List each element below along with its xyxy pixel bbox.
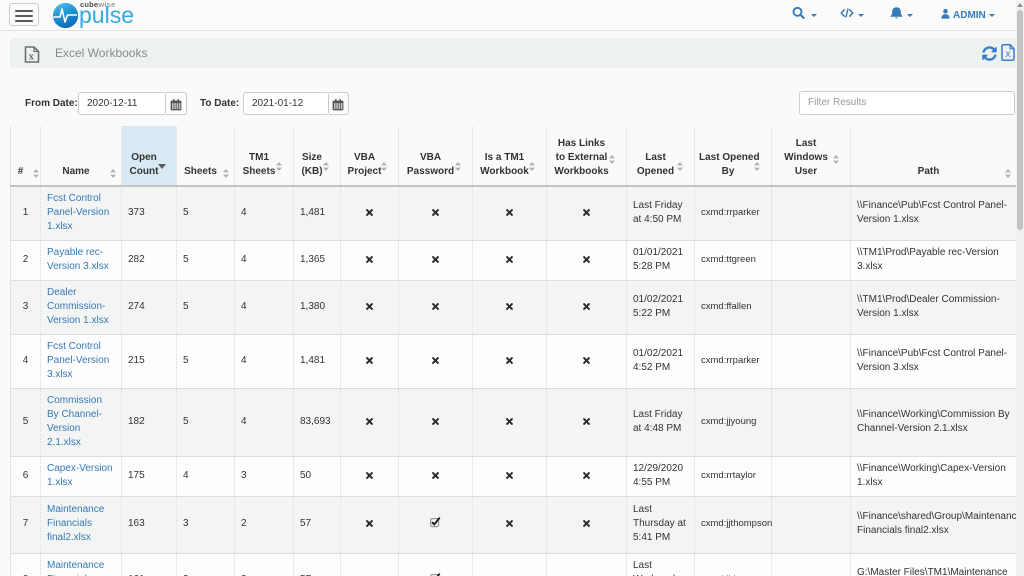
svg-text:x: x bbox=[1006, 49, 1011, 60]
svg-text:x: x bbox=[29, 51, 35, 62]
